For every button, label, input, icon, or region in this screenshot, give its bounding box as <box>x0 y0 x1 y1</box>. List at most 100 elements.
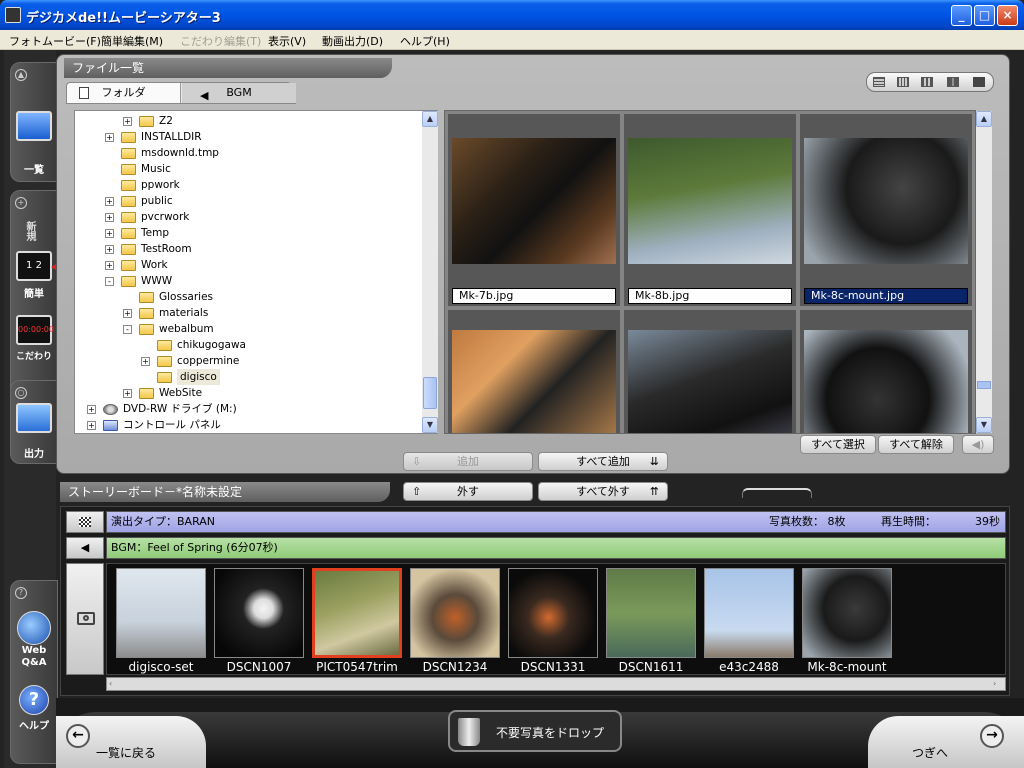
thumb-cell[interactable]: Mk-7b.jpg <box>448 114 620 306</box>
tree-node[interactable]: Glossaries <box>75 289 421 305</box>
tree-scroll-thumb[interactable] <box>423 377 437 409</box>
folder-tree[interactable]: + Z2 + INSTALLDIR msdownld.tmp Music ppwork + pu… <box>74 110 438 434</box>
scroll-down-icon[interactable]: ▼ <box>422 417 438 433</box>
close-button[interactable]: × <box>997 5 1018 26</box>
view-single-icon[interactable] <box>973 77 985 87</box>
expand-icon[interactable]: + <box>87 421 96 430</box>
tree-node[interactable]: - webalbum <box>75 321 421 337</box>
thumbnail-scroll-thumb[interactable] <box>977 381 991 389</box>
expand-icon[interactable]: + <box>105 133 114 142</box>
view-details-icon[interactable] <box>873 77 885 87</box>
tree-node[interactable]: + Work <box>75 257 421 273</box>
tree-node[interactable]: chikugogawa <box>75 337 421 353</box>
menu-simple-edit[interactable]: 簡単編集(M) <box>101 33 163 49</box>
tree-node[interactable]: digisco <box>75 369 421 385</box>
menu-detail-edit[interactable]: こだわり編集(T) <box>180 33 261 49</box>
menu-help[interactable]: ヘルプ(H) <box>400 33 450 49</box>
thumb-cell[interactable] <box>800 310 972 433</box>
drop-trash-zone[interactable]: 不要写真をドロップ <box>448 710 622 752</box>
expand-icon[interactable]: + <box>123 117 132 126</box>
minimize-button[interactable]: _ <box>951 5 972 26</box>
storyboard-thumb[interactable] <box>312 568 402 658</box>
scroll-left-icon[interactable]: ‹ <box>109 679 119 689</box>
storyboard-thumb[interactable] <box>508 568 598 658</box>
thumb-cell[interactable]: Mk-8c-mount.jpg <box>800 114 972 306</box>
tab-folder[interactable]: フォルダ <box>67 83 181 103</box>
view-large-grid-icon[interactable] <box>947 77 959 87</box>
tree-node[interactable]: + DVD-RW ドライブ (M:) <box>75 401 421 417</box>
sidebar-web-qa-label[interactable]: Web Q&A <box>11 645 57 669</box>
clapperboard-simple-icon[interactable]: 1 2 <box>16 251 52 281</box>
storyboard-thumb[interactable] <box>704 568 794 658</box>
storyboard-thumb[interactable] <box>802 568 892 658</box>
storyboard-thumb[interactable] <box>214 568 304 658</box>
sidebar-detail-label[interactable]: こだわり <box>11 349 57 362</box>
title-bar[interactable]: デジカメde!!ムービーシアター3 _ □ × <box>0 0 1024 30</box>
collapse-icon[interactable]: - <box>123 325 132 334</box>
remove-button[interactable]: ⇧ 外す <box>403 482 533 501</box>
expand-icon[interactable]: + <box>105 245 114 254</box>
collapse-icon[interactable]: - <box>105 277 114 286</box>
clapperboard-detail-icon[interactable]: 00:00:00 <box>16 315 54 345</box>
effect-type-row[interactable]: 演出タイプ：BARAN 写真枚数： 8枚 再生時間： 39秒 <box>106 511 1006 533</box>
tree-node[interactable]: + coppermine <box>75 353 421 369</box>
add-button[interactable]: ⇩ 追加 <box>403 452 533 471</box>
preview-sound-icon[interactable]: ◀) <box>962 435 994 454</box>
sidebar-help-label[interactable]: ヘルプ <box>11 717 57 732</box>
help-icon[interactable]: ? <box>19 685 49 715</box>
sidebar-simple-label[interactable]: 簡単 <box>11 285 57 300</box>
sidebar-list-group[interactable]: ▲ 一覧 <box>10 62 58 182</box>
maximize-button[interactable]: □ <box>974 5 995 26</box>
view-medium-grid-icon[interactable] <box>921 77 933 87</box>
globe-icon[interactable] <box>17 611 51 645</box>
effect-type-icon[interactable] <box>66 511 104 533</box>
next-button[interactable]: つぎへ → <box>868 716 1024 768</box>
tree-node[interactable]: + Z2 <box>75 113 421 129</box>
scroll-up-icon[interactable]: ▲ <box>422 111 438 127</box>
tab-bgm[interactable]: ◀ BGM <box>182 83 296 103</box>
bgm-speaker-icon[interactable]: ◀ <box>66 537 104 559</box>
tree-node[interactable]: ppwork <box>75 177 421 193</box>
tree-node[interactable]: msdownld.tmp <box>75 145 421 161</box>
tree-node[interactable]: + コントロール パネル <box>75 417 421 433</box>
bgm-row[interactable]: BGM：Feel of Spring (6分07秒) <box>106 537 1006 559</box>
scroll-down-icon[interactable]: ▼ <box>976 417 992 433</box>
storyboard-thumb[interactable] <box>606 568 696 658</box>
expand-icon[interactable]: + <box>87 405 96 414</box>
thumb-cell[interactable] <box>448 310 620 433</box>
menu-view[interactable]: 表示(V) <box>268 33 306 49</box>
tree-node[interactable]: + WebSite <box>75 385 421 401</box>
tree-node[interactable]: + Temp <box>75 225 421 241</box>
storyboard-thumb[interactable] <box>410 568 500 658</box>
tree-scrollbar[interactable]: ▲ ▼ <box>422 111 438 433</box>
tree-node[interactable]: + materials <box>75 305 421 321</box>
thumbnail-scrollbar[interactable]: ▲ ▼ <box>976 111 992 433</box>
deselect-all-button[interactable]: すべて解除 <box>878 435 954 454</box>
view-small-grid-icon[interactable] <box>897 77 909 87</box>
scroll-up-icon[interactable]: ▲ <box>976 111 992 127</box>
expand-icon[interactable]: + <box>105 261 114 270</box>
menu-photo-movie[interactable]: フォトムービー(F) <box>9 33 101 49</box>
expand-icon[interactable]: + <box>123 309 132 318</box>
arrow-up-icon[interactable]: ▲ <box>15 69 27 81</box>
expand-icon[interactable]: + <box>105 197 114 206</box>
select-all-button[interactable]: すべて選択 <box>800 435 876 454</box>
thumb-cell[interactable]: Mk-8b.jpg <box>624 114 796 306</box>
expand-icon[interactable]: + <box>123 389 132 398</box>
expand-icon[interactable]: + <box>105 213 114 222</box>
remove-all-button[interactable]: すべて外す ⇈ <box>538 482 668 501</box>
back-to-list-button[interactable]: ← 一覧に戻る <box>56 716 206 768</box>
tree-node[interactable]: + INSTALLDIR <box>75 129 421 145</box>
tree-node[interactable]: - WWW <box>75 273 421 289</box>
tree-node[interactable]: + public <box>75 193 421 209</box>
scroll-right-icon[interactable]: › <box>993 679 1003 689</box>
storyboard-hscrollbar[interactable]: ‹ › <box>106 677 1006 691</box>
thumb-cell[interactable] <box>624 310 796 433</box>
tree-node[interactable]: + TestRoom <box>75 241 421 257</box>
tree-node[interactable]: Music <box>75 161 421 177</box>
expand-icon[interactable]: + <box>105 229 114 238</box>
tree-node[interactable]: + pvcrwork <box>75 209 421 225</box>
add-all-button[interactable]: すべて追加 ⇊ <box>538 452 668 471</box>
sidebar-output-group[interactable]: ○ 出力 <box>10 380 58 464</box>
menu-video-output[interactable]: 動画出力(D) <box>322 33 383 49</box>
